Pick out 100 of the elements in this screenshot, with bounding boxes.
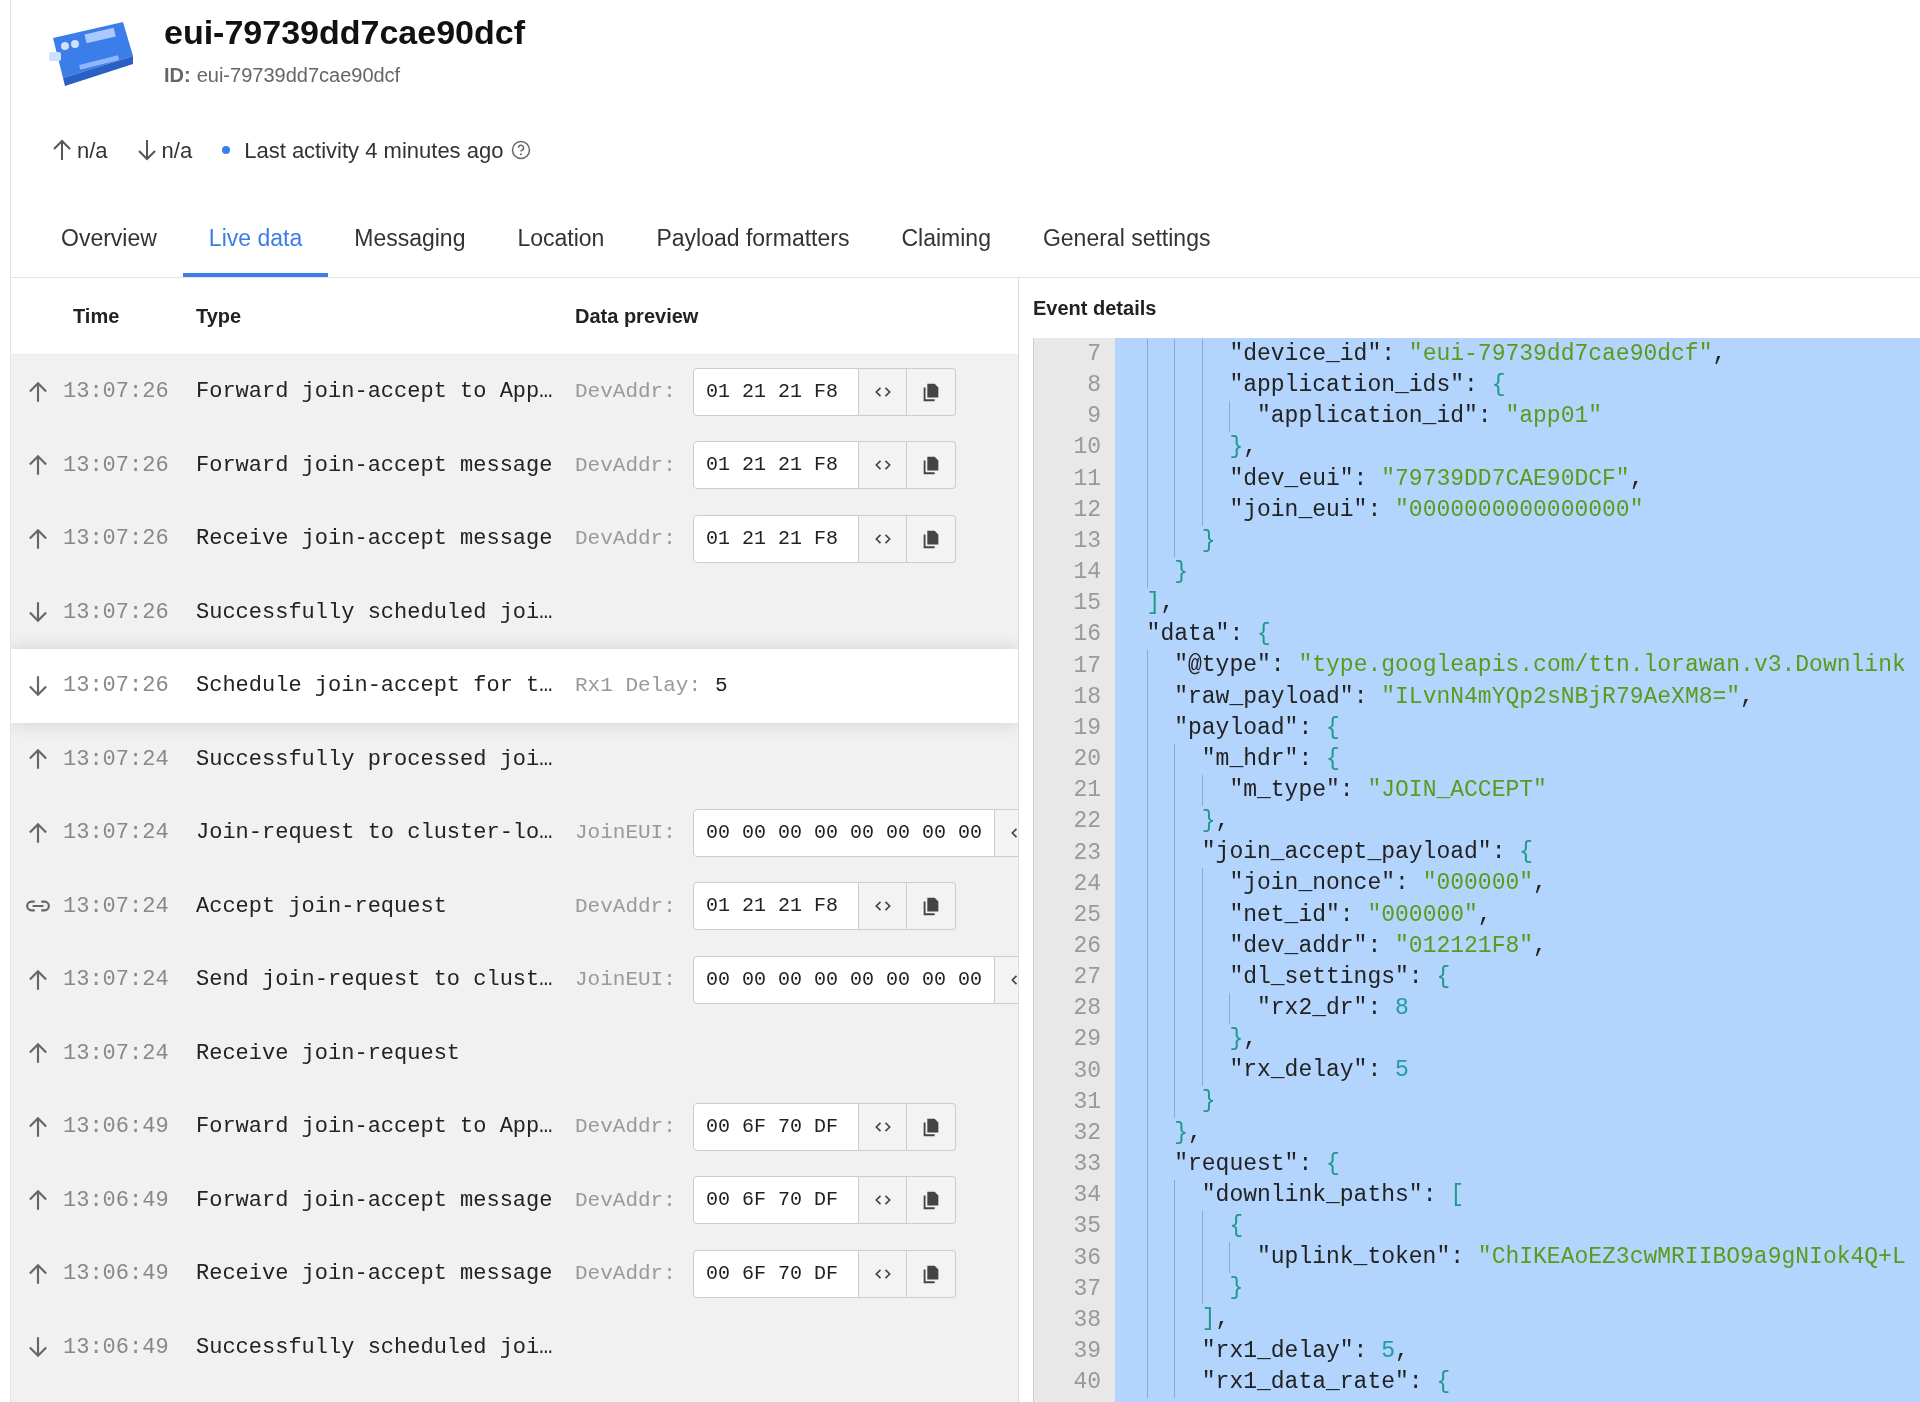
line-number: 33 bbox=[1072, 1150, 1101, 1180]
code-line: "raw_payload": "ILvnN4mYQp2sNBjR79AeXM8=", bbox=[1174, 682, 1754, 712]
table-cell-text: Successfully scheduled joi… bbox=[196, 598, 554, 627]
table-cell-text: 13:07:26 bbox=[63, 598, 170, 627]
code-line: } bbox=[1201, 526, 1216, 556]
line-number: 20 bbox=[1072, 745, 1101, 775]
line-number: 27 bbox=[1072, 963, 1101, 993]
line-number: 9 bbox=[1086, 402, 1101, 432]
column-header: Type bbox=[196, 304, 243, 329]
table-cell-text: 13:07:26 bbox=[63, 672, 170, 701]
code-line: "downlink_paths": [ bbox=[1201, 1180, 1465, 1210]
data-label: DevAddr: bbox=[575, 1187, 677, 1214]
line-number: 11 bbox=[1072, 464, 1101, 494]
tab[interactable]: Location bbox=[491, 216, 631, 277]
table-cell-text: 13:06:49 bbox=[63, 1260, 170, 1289]
format-toggle-button[interactable] bbox=[859, 882, 907, 931]
copy-button[interactable] bbox=[907, 1249, 956, 1298]
data-value-field: 01 21 21 F8 bbox=[693, 441, 859, 490]
line-number: 10 bbox=[1072, 433, 1101, 463]
data-label: Rx1 Delay: bbox=[575, 673, 703, 699]
table-cell-text: 13:07:26 bbox=[63, 451, 170, 480]
copy-button[interactable] bbox=[907, 367, 956, 416]
table-cell-text: 13:07:26 bbox=[63, 525, 170, 554]
code-line: "dev_eui": "79739DD7CAE90DCF", bbox=[1229, 464, 1644, 494]
code-line: }, bbox=[1174, 1118, 1202, 1148]
uplink-count: n/a bbox=[77, 136, 108, 165]
copy-button[interactable] bbox=[907, 1176, 956, 1225]
copy-button[interactable] bbox=[907, 882, 956, 931]
downlink-count: n/a bbox=[161, 136, 193, 165]
line-number: 35 bbox=[1072, 1212, 1101, 1242]
line-number: 22 bbox=[1072, 807, 1101, 837]
line-number: 15 bbox=[1072, 589, 1101, 619]
table-cell-text: 13:07:24 bbox=[63, 1039, 170, 1068]
id-label: ID: bbox=[164, 63, 191, 88]
line-number: 7 bbox=[1086, 340, 1101, 369]
code-line: "data": { bbox=[1146, 620, 1271, 650]
data-value-field: 01 21 21 F8 bbox=[693, 882, 859, 931]
line-number: 30 bbox=[1072, 1056, 1101, 1086]
code-line: "rx1_delay": 5, bbox=[1201, 1336, 1409, 1366]
line-number: 18 bbox=[1072, 682, 1101, 712]
line-number: 28 bbox=[1072, 994, 1101, 1024]
copy-button[interactable] bbox=[907, 514, 956, 563]
device-title: eui-79739dd7cae90dcf bbox=[164, 12, 525, 52]
data-label: DevAddr: bbox=[575, 452, 677, 479]
format-toggle-button[interactable] bbox=[859, 1102, 907, 1151]
code-line: "join_eui": "0000000000000000" bbox=[1229, 495, 1644, 525]
column-header: Time bbox=[73, 304, 121, 329]
code-line: "request": { bbox=[1174, 1149, 1340, 1179]
format-toggle-button[interactable] bbox=[859, 367, 907, 416]
format-toggle-button[interactable] bbox=[859, 514, 907, 563]
table-row-selected[interactable]: 13:07:26 Schedule join-accept for t… Rx1 Delay: 5 bbox=[11, 649, 1018, 723]
line-number: 24 bbox=[1072, 869, 1101, 899]
tab[interactable]: General settings bbox=[1016, 216, 1237, 277]
line-number: 39 bbox=[1072, 1337, 1101, 1366]
table-cell-text: 13:07:26 bbox=[63, 378, 170, 407]
tab[interactable]: Payload formatters bbox=[630, 216, 876, 277]
data-value: 5 bbox=[715, 673, 728, 699]
column-header: Data preview bbox=[575, 304, 699, 329]
code-line: "payload": { bbox=[1174, 713, 1340, 743]
table-cell-text: Accept join-request bbox=[196, 892, 448, 921]
line-number: 13 bbox=[1072, 526, 1101, 556]
help-icon[interactable] bbox=[511, 140, 532, 160]
copy-button[interactable] bbox=[907, 441, 956, 490]
code-line: "dl_settings": { bbox=[1229, 962, 1451, 992]
code-line: }, bbox=[1229, 1025, 1257, 1055]
tab[interactable]: Overview bbox=[35, 216, 183, 277]
table-cell-text: Send join-request to clust… bbox=[196, 966, 554, 995]
format-toggle-button[interactable] bbox=[859, 1249, 907, 1298]
code-line: "join_accept_payload": { bbox=[1201, 838, 1534, 868]
data-value-field: 00 00 00 00 00 00 00 00 bbox=[693, 955, 995, 1004]
table-cell-text: Successfully scheduled joi… bbox=[196, 1333, 554, 1362]
code-line: ], bbox=[1146, 589, 1175, 619]
last-activity: Last activity 4 minutes ago bbox=[244, 136, 504, 165]
format-toggle-button[interactable] bbox=[859, 441, 907, 490]
data-value-field: 01 21 21 F8 bbox=[693, 367, 859, 416]
line-number: 29 bbox=[1072, 1025, 1101, 1055]
code-line: ], bbox=[1201, 1305, 1230, 1335]
table-cell-text: Schedule join-accept for t… bbox=[196, 672, 554, 701]
code-line: }, bbox=[1201, 807, 1230, 837]
line-number: 16 bbox=[1072, 620, 1101, 650]
data-value-field: 01 21 21 F8 bbox=[693, 514, 859, 563]
data-label: DevAddr: bbox=[575, 893, 677, 920]
arrow-up-icon bbox=[51, 138, 73, 162]
data-label: JoinEUI: bbox=[575, 820, 677, 846]
table-cell-text: Receive join-accept message bbox=[196, 1260, 554, 1289]
copy-button[interactable] bbox=[907, 1102, 956, 1151]
line-number: 17 bbox=[1072, 651, 1101, 681]
tab[interactable]: Claiming bbox=[875, 216, 1017, 277]
code-line: "application_ids": { bbox=[1229, 371, 1506, 401]
table-cell-text: 13:07:24 bbox=[63, 892, 170, 921]
line-number: 40 bbox=[1072, 1368, 1101, 1398]
data-value-field: 00 00 00 00 00 00 00 00 bbox=[693, 808, 995, 857]
code-line: "m_type": "JOIN_ACCEPT" bbox=[1229, 775, 1547, 805]
tab[interactable]: Messaging bbox=[328, 216, 492, 277]
format-toggle-button[interactable] bbox=[859, 1176, 907, 1225]
line-number: 14 bbox=[1072, 558, 1101, 588]
data-label: DevAddr: bbox=[575, 526, 677, 552]
line-number: 32 bbox=[1072, 1118, 1101, 1148]
line-number: 31 bbox=[1072, 1087, 1101, 1117]
data-value-field: 00 6F 70 DF bbox=[693, 1102, 859, 1151]
